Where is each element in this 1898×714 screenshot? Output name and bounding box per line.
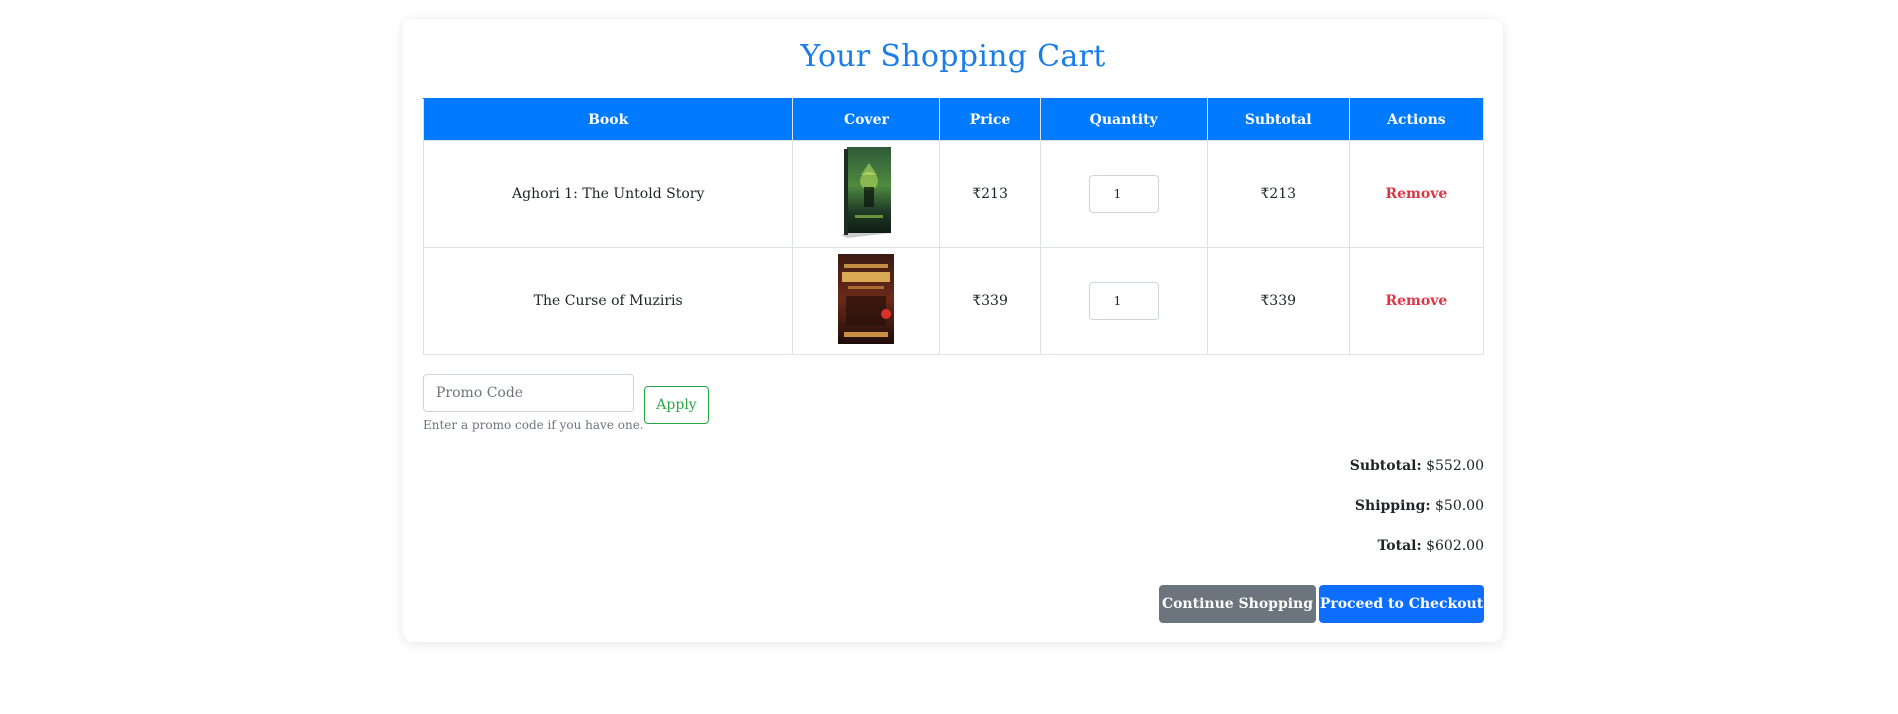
price-cell: ₹339: [939, 247, 1041, 355]
table-header-row: Book Cover Price Quantity Subtotal Actio…: [422, 98, 1485, 141]
subtotal-value: $552.00: [1426, 458, 1484, 474]
apply-promo-button[interactable]: Apply: [644, 386, 709, 424]
total-label: Total:: [1377, 538, 1422, 554]
quantity-input[interactable]: [1088, 175, 1159, 213]
proceed-to-checkout-button[interactable]: Proceed to Checkout: [1319, 585, 1484, 623]
table-row: Aghori 1: The Untold Story ₹213 1 ₹213 R…: [422, 140, 1485, 248]
actions-cell: Remove: [1348, 140, 1485, 248]
shipping-label: Shipping:: [1354, 498, 1431, 514]
book-cover-muziris: [838, 254, 895, 348]
header-subtotal: Subtotal: [1206, 98, 1350, 141]
page-title: Your Shopping Cart: [800, 39, 1106, 74]
book-cover-aghori: [839, 145, 893, 243]
summary-shipping: Shipping: $50.00: [1355, 498, 1484, 514]
remove-button[interactable]: Remove: [1386, 186, 1448, 202]
quantity-cell: [1039, 140, 1208, 248]
header-cover: Cover: [792, 98, 941, 141]
header-actions: Actions: [1348, 98, 1485, 141]
promo-help-text: Enter a promo code if you have one.: [423, 418, 644, 432]
table-row: The Curse of Muziris ₹339 1 ₹339 Remove: [422, 247, 1485, 355]
quantity-cell: [1039, 247, 1208, 355]
price-cell: ₹213: [939, 140, 1041, 248]
header-book: Book: [422, 98, 794, 141]
cart-table: Book Cover Price Quantity Subtotal Actio…: [422, 98, 1485, 355]
cover-cell: [792, 247, 941, 355]
cart-card: Your Shopping Cart Book Cover Price Quan…: [403, 19, 1503, 642]
total-value: $602.00: [1426, 538, 1484, 554]
actions-cell: Remove: [1348, 247, 1485, 355]
cover-cell: [792, 140, 941, 248]
summary-subtotal: Subtotal: $552.00: [1350, 458, 1484, 474]
shipping-value: $50.00: [1435, 498, 1484, 514]
quantity-input[interactable]: [1088, 282, 1159, 320]
remove-button[interactable]: Remove: [1386, 293, 1448, 309]
header-quantity: Quantity: [1039, 98, 1208, 141]
book-title: Aghori 1: The Untold Story: [422, 140, 794, 248]
subtotal-cell: ₹339: [1206, 247, 1350, 355]
summary-total: Total: $602.00: [1377, 538, 1484, 554]
subtotal-label: Subtotal:: [1349, 458, 1422, 474]
subtotal-cell: ₹213: [1206, 140, 1350, 248]
book-title: The Curse of Muziris: [422, 247, 794, 355]
header-price: Price: [939, 98, 1041, 141]
promo-code-input[interactable]: [423, 374, 634, 412]
continue-shopping-button[interactable]: Continue Shopping: [1159, 585, 1316, 623]
